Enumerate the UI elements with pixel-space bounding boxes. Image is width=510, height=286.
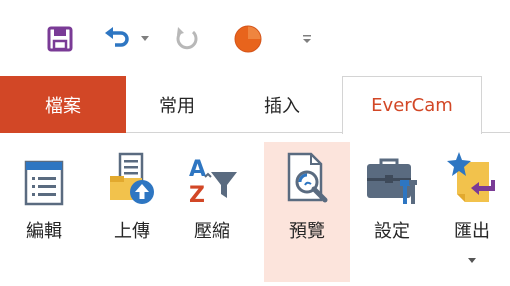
undo-dropdown-button[interactable] [137,22,153,56]
chevron-down-icon [141,36,149,41]
edit-button-label: 編輯 [26,221,62,242]
redo-icon [176,27,198,50]
tab-evercam-label: EverCam [371,95,453,116]
svg-text:A: A [189,157,206,182]
ribbon-tab-bar: 檔案 常用 插入 EverCam [0,76,510,134]
tab-insert[interactable]: 插入 [232,76,332,133]
export-button[interactable]: 匯出 [436,142,508,282]
tab-home-label: 常用 [159,95,195,117]
export-icon [447,152,495,202]
settings-toolbox-icon [367,158,417,204]
upload-button-label: 上傳 [114,221,150,242]
record-icon [234,25,262,53]
customize-toolbar-button[interactable] [290,22,324,56]
tab-evercam[interactable]: EverCam [342,76,482,134]
svg-text:Z: Z [189,183,205,206]
quick-access-toolbar [0,0,510,76]
export-button-label: 匯出 [454,221,490,242]
preview-button-label: 預覽 [289,221,325,242]
preview-button[interactable]: 預覽 [264,142,350,282]
tab-file-label: 檔案 [45,95,81,117]
save-icon [47,26,73,52]
chevron-down-icon [468,258,476,263]
redo-button[interactable] [170,22,204,56]
tab-insert-label: 插入 [264,95,300,117]
ribbon-panel: 編輯 上傳 A Z 壓縮 預覽 設定 匯出 [0,133,510,286]
compress-button[interactable]: A Z 壓縮 [176,142,248,282]
tab-home[interactable]: 常用 [134,76,220,133]
export-dropdown[interactable] [466,255,478,267]
customize-toolbar-icon [303,35,311,43]
compress-button-label: 壓縮 [194,221,230,242]
preview-icon [287,152,328,203]
undo-icon [105,27,129,47]
undo-button[interactable] [100,22,134,56]
settings-button[interactable]: 設定 [356,142,428,282]
save-button[interactable] [40,22,80,56]
tab-file[interactable]: 檔案 [0,76,126,133]
compress-icon: A Z [189,157,237,206]
record-button[interactable] [228,22,268,56]
edit-list-icon [24,160,64,206]
settings-button-label: 設定 [374,221,410,242]
edit-button[interactable]: 編輯 [8,142,80,282]
upload-icon [110,152,154,204]
upload-button[interactable]: 上傳 [96,142,168,282]
